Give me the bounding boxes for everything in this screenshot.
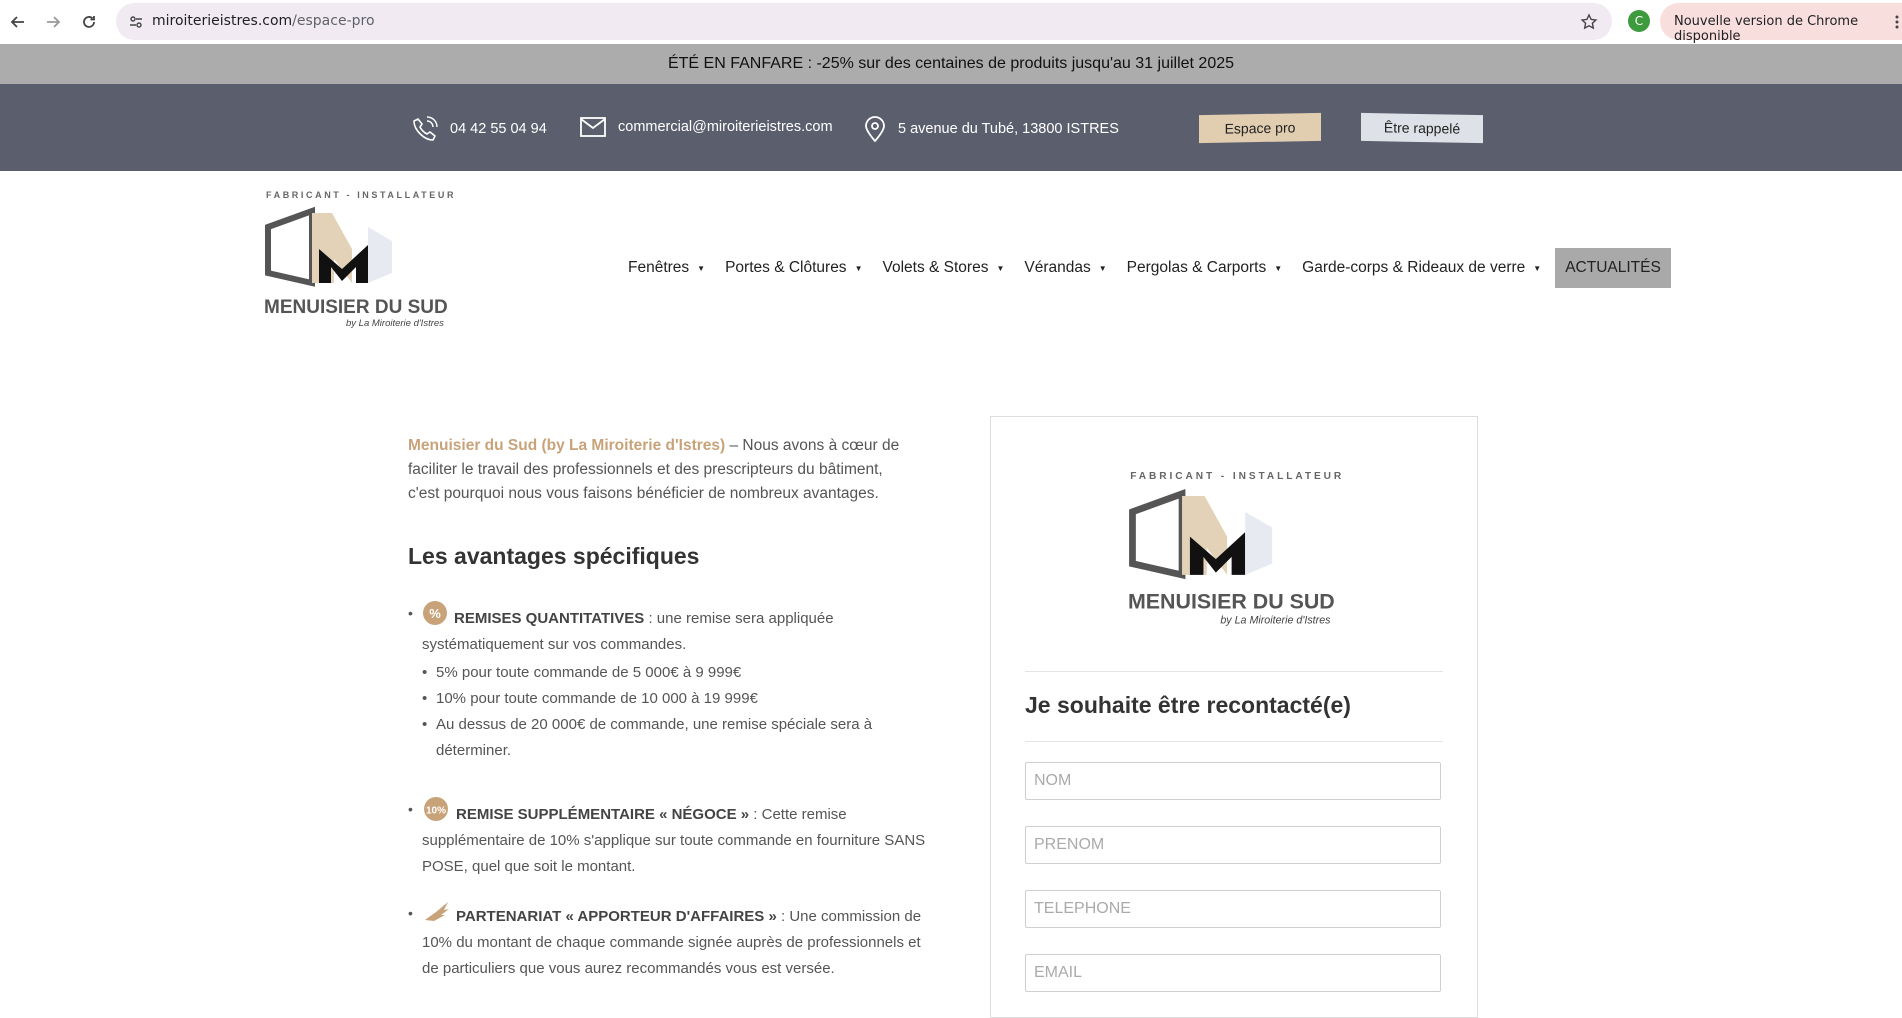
phone-icon [413,116,438,141]
divider [1025,671,1443,672]
menu-item-volets[interactable]: Volets & Stores ▼ [882,259,1004,277]
caret-down-icon: ▼ [854,263,863,273]
logo-graphic: FABRICANT - INSTALLATEUR MENUISIER DU SU… [264,190,454,329]
menu-item-portes[interactable]: Portes & Clôtures ▼ [725,259,862,277]
reload-icon[interactable] [76,9,102,35]
svg-text:FABRICANT - INSTALLATEUR: FABRICANT - INSTALLATEUR [266,190,454,200]
url-text: miroiterieistres.com/espace-pro [152,13,375,29]
advantage-item: • % REMISES QUANTITATIVES : une remise se… [408,600,928,764]
list-item: 5% pour toute commande de 5 000€ à 9 999… [422,660,928,686]
intro-paragraph: Menuisier du Sud (by La Miroiterie d'Ist… [408,437,900,502]
list-item: Au dessus de 20 000€ de commande, une re… [422,712,928,764]
caret-down-icon: ▼ [1533,263,1542,273]
winged-foot-icon [425,902,449,921]
menu-item-fenetres[interactable]: Fenêtres ▼ [628,259,705,277]
brand-name: Menuisier du Sud (by La Miroiterie d'Ist… [408,437,726,454]
etre-rappele-button[interactable]: Être rappelé [1361,112,1483,144]
envelope-icon [580,117,606,137]
list-item: 10% pour toute commande de 10 000 à 19 9… [422,686,928,712]
menu-item-verandas[interactable]: Vérandas ▼ [1024,259,1106,277]
contact-bar: 04 42 55 04 94 commercial@miroiterieistr… [0,84,1902,171]
caret-down-icon: ▼ [697,263,706,273]
browser-chrome: miroiterieistres.com/espace-pro C Nouvel… [0,0,1902,44]
forward-icon[interactable] [40,9,66,35]
bookmark-star-icon[interactable] [1580,13,1598,31]
menu-item-pergolas[interactable]: Pergolas & Carports ▼ [1127,259,1282,277]
chrome-update-button[interactable]: Nouvelle version de Chrome disponible [1660,3,1902,44]
email-field[interactable] [1025,954,1441,992]
form-title: Je souhaite être recontacté(e) [1025,692,1351,718]
advantage-item: • 10% REMISE SUPPLÉMENTAIRE « NÉGOCE » : … [408,796,928,880]
svg-text:by La Miroiterie d'Istres: by La Miroiterie d'Istres [346,318,444,329]
contact-address[interactable]: 5 avenue du Tubé, 13800 ISTRES [864,116,1119,142]
espace-pro-button[interactable]: Espace pro [1199,112,1321,144]
menu-item-garde-corps[interactable]: Garde-corps & Rideaux de verre ▼ [1302,259,1541,277]
svg-text:%: % [429,606,441,621]
svg-text:MENUISIER DU SUD: MENUISIER DU SUD [1128,590,1335,614]
svg-text:by La Miroiterie d'Istres: by La Miroiterie d'Istres [1220,614,1331,626]
location-pin-icon [865,116,885,142]
svg-text:MENUISIER DU SUD: MENUISIER DU SUD [264,297,448,318]
promo-banner: ÉTÉ EN FANFARE : -25% sur des centaines … [0,44,1902,84]
telephone-field[interactable] [1025,890,1441,928]
advantage-item: • PARTENARIAT « APPORTEUR D'AFFAIRES » :… [408,900,928,982]
site-logo[interactable]: FABRICANT - INSTALLATEUR MENUISIER DU SU… [264,189,454,331]
svg-text:FABRICANT - INSTALLATEUR: FABRICANT - INSTALLATEUR [1130,471,1344,482]
profile-avatar[interactable]: C [1628,10,1650,32]
ten-percent-badge-icon: 10% [424,797,448,821]
svg-text:10%: 10% [426,806,446,817]
address-bar[interactable]: miroiterieistres.com/espace-pro [116,3,1612,40]
prenom-field[interactable] [1025,826,1441,864]
form-logo: FABRICANT - INSTALLATEUR MENUISIER DU SU… [1128,471,1344,626]
percent-badge-icon: % [423,601,447,625]
nom-field[interactable] [1025,762,1441,800]
site-settings-icon[interactable] [128,14,144,30]
menu-item-actualites[interactable]: ACTUALITÉS [1555,248,1671,288]
caret-down-icon: ▼ [1098,263,1107,273]
main-menu: Fenêtres ▼ Portes & Clôtures ▼ Volets & St… [628,248,1671,288]
more-menu-icon[interactable] [1894,14,1900,30]
advantages-title: Les avantages spécifiques [408,543,700,569]
back-icon[interactable] [5,9,31,35]
caret-down-icon: ▼ [996,263,1005,273]
contact-form-card: FABRICANT - INSTALLATEUR MENUISIER DU SU… [990,416,1478,1018]
caret-down-icon: ▼ [1274,263,1283,273]
contact-phone[interactable]: 04 42 55 04 94 [412,116,547,142]
contact-email[interactable]: commercial@miroiterieistres.com [580,116,833,138]
divider [1025,741,1443,742]
